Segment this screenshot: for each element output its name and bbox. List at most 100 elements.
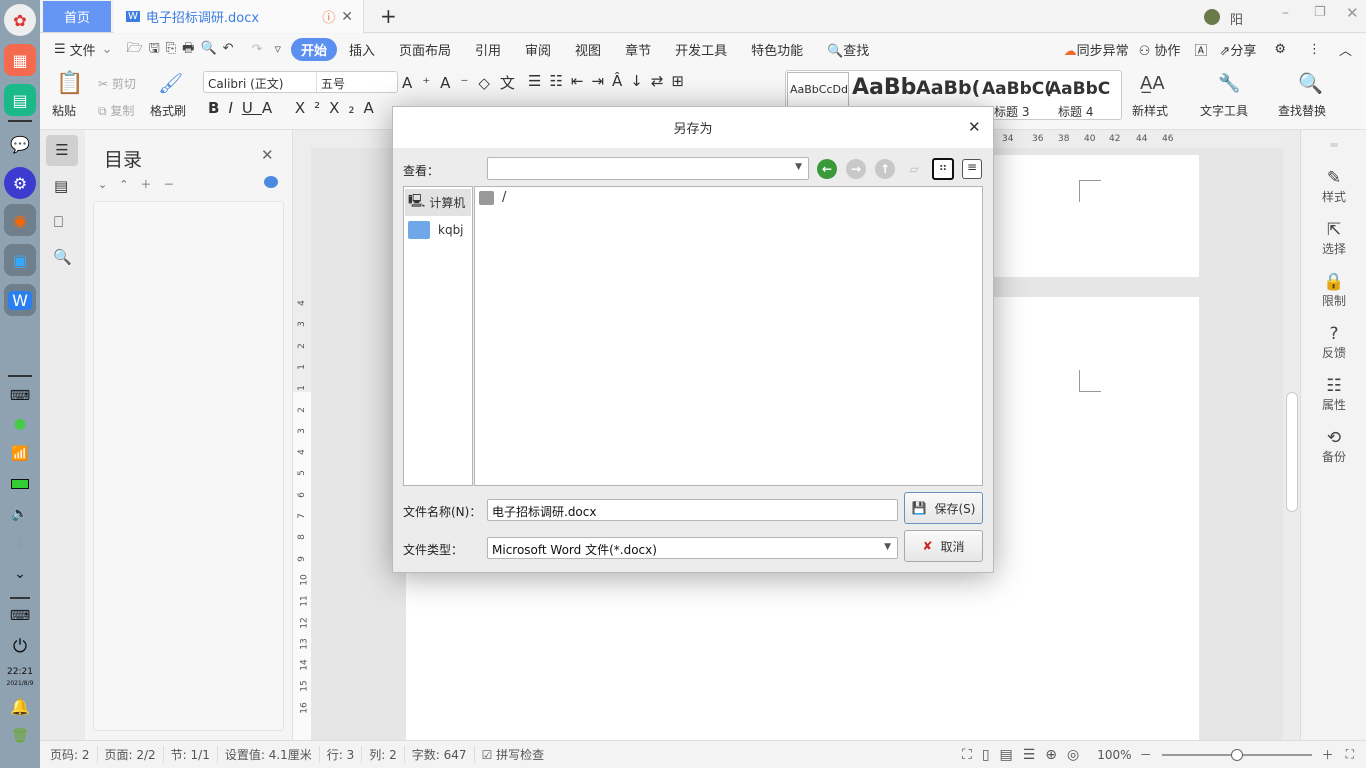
cut-button[interactable]: ✂ 剪切 [98,75,136,92]
file-list[interactable]: / [474,186,983,486]
minimize-button[interactable]: – [1282,5,1289,21]
collab-button[interactable]: ⚇ 协作 [1129,40,1191,59]
search-icon[interactable]: 🔍 [1298,71,1323,95]
place-kqbj[interactable]: kqbj [408,221,464,239]
app-store-icon[interactable]: ▣ [4,244,36,276]
format-painter-icon[interactable]: 🖌 [158,71,183,95]
copy-button[interactable]: ⧉ 复制 [98,102,134,119]
bookmark-icon[interactable]: ⎕ [54,213,63,231]
save-button[interactable]: 💾 保存(S) [904,492,983,524]
wrench-icon[interactable]: 🔧 [1218,73,1240,94]
tab-insert[interactable]: 插入 [337,40,387,59]
wechat-icon[interactable]: 💬 [4,128,36,160]
tab-page-layout[interactable]: 页面布局 [387,40,463,59]
doc-icon[interactable]: 🄰 [1190,40,1211,59]
tab-chapter[interactable]: 章节 [613,40,663,59]
zoom-slider[interactable] [1161,748,1312,761]
user-avatar[interactable] [1204,9,1220,25]
status-setting[interactable]: 设置值: 4.1厘米 [218,746,320,763]
close-window-button[interactable]: ✕ [1346,4,1359,22]
properties-panel-button[interactable]: ☷ 属性 [1301,376,1366,413]
forward-button[interactable]: → [846,159,866,179]
tab-start[interactable]: 开始 [290,38,337,61]
new-tab-button[interactable]: + [380,4,397,28]
hamburger-icon[interactable]: ☰ [40,42,70,57]
collapse-ribbon-icon[interactable]: ︿ [1333,40,1366,59]
notification-bell-icon[interactable]: 🔔 [0,697,40,716]
status-section[interactable]: 节: 1/1 [164,746,218,763]
status-pages[interactable]: 页面: 2/2 [98,746,164,763]
back-button[interactable]: ← [817,159,837,179]
icon-view-button[interactable]: ⠶ [932,158,954,180]
keyboard-icon[interactable]: ⌨ [0,608,40,624]
new-folder-button[interactable]: ▱ [904,159,924,179]
place-computer[interactable]: 🖳 计算机 [405,189,471,216]
tab-features[interactable]: 特色功能 [739,40,815,59]
style-heading-1[interactable]: AaBb [852,75,916,100]
spell-check-button[interactable]: ☑ 拼写检查 [475,746,552,763]
style-heading-2[interactable]: AaBb( [916,77,980,99]
paragraph-tools[interactable]: ☰☷⇤⇥Â↓⇄⊞ [528,72,692,90]
settings-app-icon[interactable]: ⚙ [4,167,36,199]
font-size-select[interactable]: 五号 [317,72,397,92]
tab-home[interactable]: 首页 [43,1,111,32]
parent-folder-button[interactable]: ↑ [875,159,895,179]
app-grid-icon[interactable]: ▦ [4,44,36,76]
chevron-down-icon[interactable]: ⌄ [0,566,40,582]
redo-icon[interactable]: ↷ [244,42,271,57]
user-name[interactable]: 阳 [1230,9,1243,28]
find-nav-icon[interactable]: 🔍 [53,248,72,266]
share-button[interactable]: ⇗分享 [1211,40,1264,59]
style-heading-4[interactable]: AaBbC [1048,79,1110,99]
restrict-panel-button[interactable]: 🔒 限制 [1301,272,1366,309]
look-in-combo[interactable]: ▼ [487,157,809,180]
toc-controls[interactable]: ⌄⌃＋－ [98,176,186,192]
status-col[interactable]: 列: 2 [362,746,405,763]
font-name-select[interactable]: Calibri (正文) [204,72,317,92]
wps-icon[interactable]: W [4,284,36,316]
quick-access-toolbar[interactable]: 🗁🖫⎘🖶🔍↶ [123,39,244,61]
paste-button[interactable]: 粘贴 [52,102,76,119]
view-mode-buttons[interactable]: ⛶▯▤☰⊕◎ [962,747,1089,763]
tab-review[interactable]: 审阅 [513,40,563,59]
input-method-icon[interactable]: ⌨ [0,388,40,404]
file-menu[interactable]: 文件 [70,40,96,59]
vertical-ruler[interactable] [293,148,311,740]
wechat-tray-icon[interactable]: ● [0,416,40,432]
new-style-icon[interactable]: A̲A [1140,73,1165,94]
battery-icon[interactable] [0,477,40,493]
firefox-icon[interactable]: ◉ [4,204,36,236]
filename-input[interactable]: 电子招标调研.docx [487,499,898,521]
close-tab-icon[interactable]: ✕ [341,9,353,25]
format-painter-button[interactable]: 格式刷 [150,102,186,119]
file-item[interactable]: / [479,190,506,205]
tab-document[interactable]: W 电子招标调研.docx ⓘ ✕ [114,0,364,33]
dialog-close-button[interactable]: ✕ [968,118,981,136]
status-words[interactable]: 字数: 647 [405,746,475,763]
terminal-app-icon[interactable]: ▤ [4,84,36,116]
status-page[interactable]: 页码: 2 [40,746,98,763]
feedback-panel-button[interactable]: ? 反馈 [1301,324,1366,361]
filetype-select[interactable]: Microsoft Word 文件(*.docx) ▼ [487,537,898,559]
wifi-icon[interactable]: 📶 [0,446,40,462]
close-icon[interactable]: ✕ [261,146,274,164]
styles-panel-button[interactable]: ✎ 样式 [1301,168,1366,205]
power-icon[interactable]: ⏻ [0,636,40,657]
clock-time[interactable]: 22:21 [0,667,40,677]
font-size-tools[interactable]: A⁺A⁻◇文 [402,72,525,93]
volume-muted-icon[interactable]: 🔈 [0,506,40,522]
status-row[interactable]: 行: 3 [320,746,363,763]
trash-icon[interactable]: 🗑 [0,728,40,744]
ai-assist-icon[interactable] [264,176,278,188]
scrollbar-thumb[interactable] [1286,392,1298,512]
style-heading-3[interactable]: AaBbC( [982,79,1052,99]
detail-view-button[interactable]: ≡ [962,159,982,179]
drag-handle[interactable]: ═ [1301,138,1366,152]
tab-developer[interactable]: 开发工具 [663,40,739,59]
vertical-scrollbar[interactable] [1283,130,1300,740]
find-replace-button[interactable]: 查找替换 [1278,102,1326,119]
text-tools-button[interactable]: 文字工具 [1200,102,1248,119]
launcher-icon[interactable]: ✿ [4,4,36,36]
bluetooth-icon[interactable]: ᛒ [0,536,40,552]
select-panel-button[interactable]: ⇱ 选择 [1301,220,1366,257]
